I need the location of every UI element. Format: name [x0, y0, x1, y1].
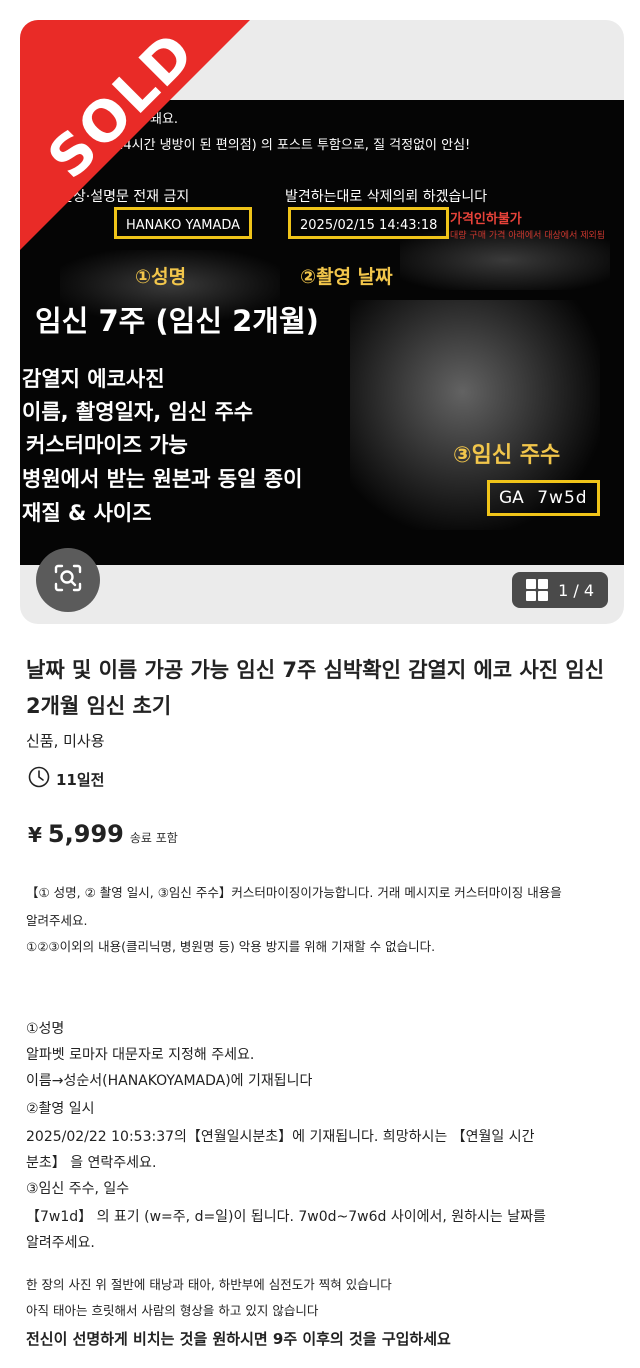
overlay-no-discount-sub: 대량 구매 가격 아래에서 대상에서 제외됨	[450, 231, 606, 241]
description-section-head: ①성명	[26, 1021, 65, 1037]
overlay-label-date: ②촬영 날짜	[300, 266, 393, 288]
item-title: 날짜 및 이름 가공 가능 임신 7주 심박확인 감열지 에코 사진 임신 2개…	[26, 658, 605, 718]
price-currency: ¥	[28, 823, 42, 847]
description-note-bold: 전신이 선명하게 비치는 것을 원하시면 9주 이후의 것을 구입하세요	[26, 1330, 451, 1348]
description-line: ①②③이외의 내용(클리닉명, 병원명 등) 악용 방지를 위해 기재할 수 없…	[26, 939, 436, 954]
overlay-label-name: ①성명	[135, 266, 187, 288]
description-line: 【7w1d】 의 표기 (w=주, d=일)이 됩니다. 7w0d~7w6d 사…	[26, 1209, 546, 1225]
overlay-ga-prefix: GA	[499, 488, 524, 508]
description-section-head: ③임신 주수, 일수	[26, 1181, 130, 1197]
overlay-ga-box: GA 7w5d	[487, 480, 600, 516]
description-note: 아직 태아는 흐릿해서 사람의 형상을 하고 있지 않습니다	[26, 1303, 319, 1318]
overlay-date-box: 2025/02/15 14:43:18	[288, 207, 450, 239]
shipping-info: 송료 포함	[129, 831, 178, 845]
listing-image-carousel[interactable]: 변질이 돼요. (24시간 냉방이 된 편의점) 의 포스트 투함으로, 질 걱…	[20, 20, 624, 624]
overlay-no-discount: 가격인하불가	[450, 212, 522, 227]
overlay-delete-notice: 발견하는대로 삭제의뢰 하겠습니다	[285, 189, 488, 205]
overlay-feature: 재질 & 사이즈	[22, 501, 152, 525]
overlay-feature: 커스터마이즈 가능	[26, 433, 188, 457]
description-section-head: ②촬영 일시	[26, 1101, 95, 1117]
description-line: 【① 성명, ② 촬영 일시, ③임신 주수】커스터마이징이가능합니다. 거래 …	[26, 885, 562, 900]
description-line: 2025/02/22 10:53:37의【연월일시분초】에 기재됩니다. 희망하…	[26, 1129, 535, 1145]
posted-time-text: 11일전	[56, 770, 105, 789]
overlay-feature: 감열지 에코사진	[22, 367, 165, 391]
description-line: 알려주세요.	[26, 1235, 95, 1251]
description-line: 이름→성순서(HANAKOYAMADA)에 기재됩니다	[26, 1073, 313, 1089]
image-counter-text: 1 / 4	[558, 580, 594, 600]
lens-search-icon	[53, 563, 83, 597]
price-amount: 5,999	[47, 820, 124, 848]
description-line: 알파벳 로마자 대문자로 지정해 주세요.	[26, 1047, 255, 1063]
description-line: 분초】 을 연락주세요.	[26, 1155, 157, 1171]
item-price: ¥ 5,999 송료 포함	[28, 820, 178, 848]
overlay-ga-value: 7w5d	[537, 488, 588, 508]
image-search-button[interactable]	[36, 548, 100, 612]
overlay-headline: 임신 7주 (임신 2개월)	[35, 304, 319, 338]
gallery-grid-icon	[526, 579, 549, 601]
description-line: 알려주세요.	[26, 913, 88, 928]
description-note: 한 장의 사진 위 절반에 태낭과 태아, 하반부에 심전도가 찍혀 있습니다	[26, 1277, 392, 1292]
item-condition: 신품, 미사용	[26, 732, 105, 750]
image-counter[interactable]: 1 / 4	[512, 572, 608, 608]
overlay-feature: 병원에서 받는 원본과 동일 종이	[22, 467, 303, 491]
posted-time: 11일전	[28, 766, 104, 792]
overlay-label-weeks: ③임신 주수	[453, 443, 561, 468]
overlay-feature: 이름, 촬영일자, 임신 주수	[22, 400, 254, 424]
clock-icon	[28, 766, 50, 792]
